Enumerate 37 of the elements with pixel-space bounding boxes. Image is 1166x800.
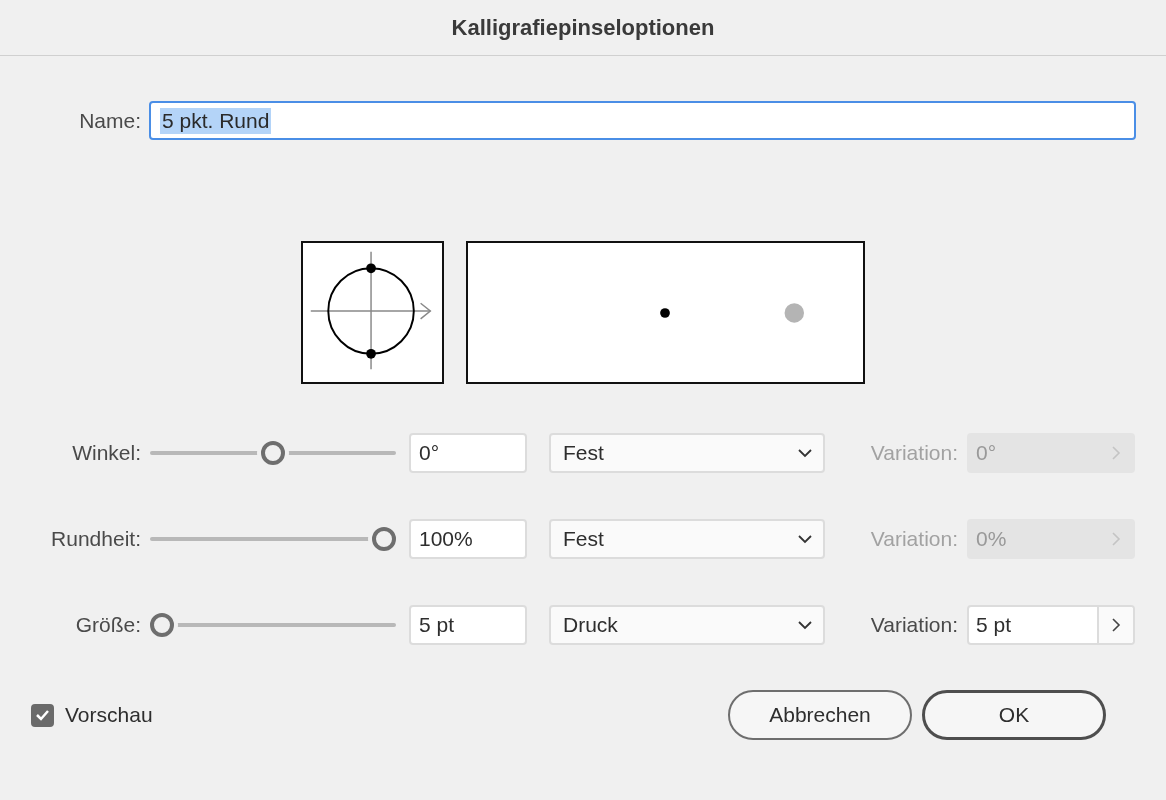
brush-shape-drawing[interactable]	[301, 241, 444, 384]
slider-thumb[interactable]	[372, 527, 396, 551]
mode-dropdown[interactable]: Fest	[549, 433, 825, 473]
chevron-right-icon	[1111, 445, 1121, 461]
value-field[interactable]: 5 pt	[409, 605, 527, 645]
cancel-button[interactable]: Abbrechen	[728, 690, 912, 740]
value-field[interactable]: 100%	[409, 519, 527, 559]
slider[interactable]	[150, 527, 396, 551]
name-field[interactable]: 5 pkt. Rund	[149, 101, 1136, 140]
chevron-down-icon	[797, 534, 813, 544]
preview-checkbox[interactable]	[31, 703, 54, 727]
variation-label: Variation:	[869, 527, 958, 551]
chevron-down-icon	[797, 448, 813, 458]
checkmark-icon	[35, 709, 50, 721]
ok-button[interactable]: OK	[922, 690, 1106, 740]
mode-dropdown[interactable]: Fest	[549, 519, 825, 559]
slider[interactable]	[150, 613, 396, 637]
variation-value: 0°	[975, 441, 998, 465]
slider-thumb[interactable]	[261, 441, 285, 465]
slider-thumb[interactable]	[150, 613, 174, 637]
parameter-label: Größe:	[74, 613, 141, 637]
variation-field[interactable]: 5 pt	[967, 605, 1135, 645]
variation-label: Variation:	[869, 441, 958, 465]
variation-value: 5 pt	[975, 613, 1013, 637]
parameter-label: Winkel:	[71, 441, 141, 465]
slider[interactable]	[150, 441, 396, 465]
mode-dropdown[interactable]: Druck	[549, 605, 825, 645]
preview-label: Vorschau	[65, 703, 153, 727]
value-field[interactable]: 0°	[409, 433, 527, 473]
chevron-down-icon	[797, 620, 813, 630]
window-title: Kalligrafiepinseloptionen	[451, 14, 715, 41]
chevron-right-icon	[1111, 617, 1121, 633]
variation-value: 0%	[975, 527, 1008, 551]
name-label: Name:	[78, 108, 141, 133]
variation-label: Variation:	[869, 613, 958, 637]
chevron-right-icon	[1111, 531, 1121, 547]
parameter-label: Rundheit:	[50, 527, 141, 551]
